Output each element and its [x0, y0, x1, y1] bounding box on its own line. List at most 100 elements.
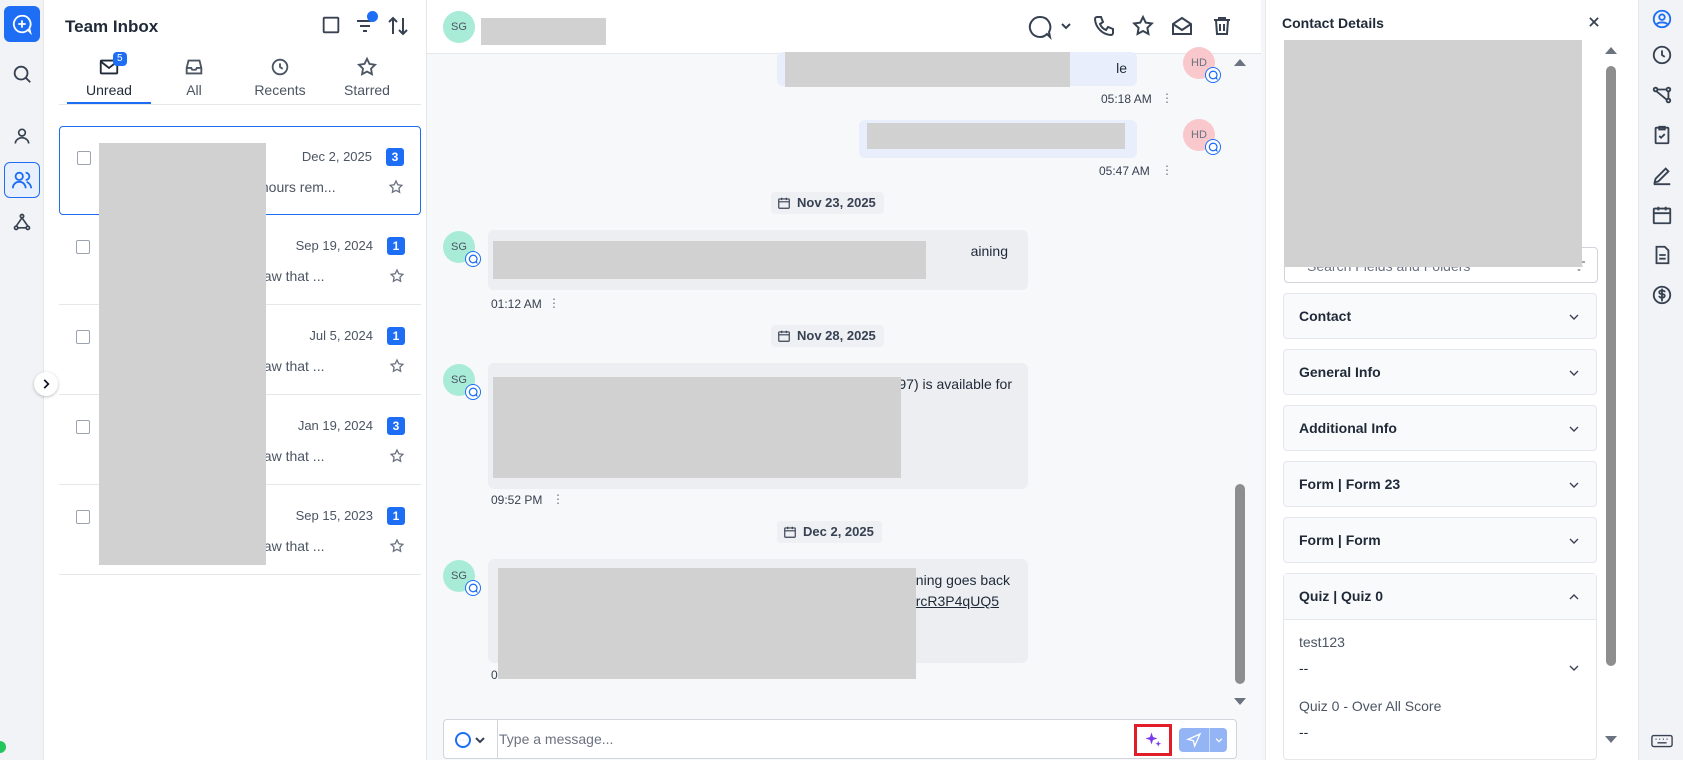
message-time: 01:12 AM: [491, 297, 542, 311]
filter-icon[interactable]: [354, 11, 378, 38]
more-options-icon[interactable]: ⋮: [1161, 163, 1173, 177]
chat-icon: [465, 251, 481, 267]
message-input[interactable]: [499, 720, 1119, 758]
message-text: le: [1116, 60, 1127, 76]
date-separator: Nov 28, 2025: [771, 325, 884, 347]
avatar: SG: [443, 231, 481, 267]
chevron-down-icon: [1566, 533, 1582, 549]
chevron-down-icon: [1566, 365, 1582, 381]
chat-plus-icon[interactable]: [4, 6, 40, 42]
search-icon[interactable]: [4, 56, 40, 92]
star-icon[interactable]: [389, 268, 405, 284]
star-icon[interactable]: [389, 358, 405, 374]
chat-scrollbar[interactable]: [1233, 56, 1247, 712]
redacted-message: [867, 123, 1125, 149]
conversation-checkbox[interactable]: [77, 151, 91, 165]
close-icon[interactable]: [1587, 15, 1601, 29]
section-form-23[interactable]: Form | Form 23: [1283, 461, 1597, 507]
task-icon[interactable]: [1651, 124, 1673, 146]
chevron-down-icon[interactable]: [1210, 735, 1227, 745]
conversation-checkbox[interactable]: [76, 240, 90, 254]
tab-starred[interactable]: Starred: [325, 52, 409, 104]
field-value[interactable]: --: [1299, 724, 1308, 740]
star-icon[interactable]: [388, 179, 404, 195]
conversation-checkbox[interactable]: [76, 420, 90, 434]
tab-all[interactable]: All: [152, 52, 236, 104]
conversation-date: Sep 19, 2024: [295, 238, 373, 253]
redacted-contact-name: [481, 18, 606, 45]
chat-header: SG: [427, 0, 1261, 54]
conversation-preview: I saw that ...: [249, 268, 325, 284]
avatar: HD: [1183, 119, 1221, 155]
chevron-up-icon: [1566, 589, 1582, 605]
field-label: test123: [1299, 634, 1345, 650]
more-options-icon[interactable]: ⋮: [548, 296, 560, 310]
avatar[interactable]: SG: [443, 11, 475, 43]
chevron-right-icon[interactable]: [34, 372, 58, 396]
clock-icon: [269, 56, 291, 78]
tab-unread[interactable]: 5 Unread: [67, 52, 151, 104]
conversation-preview: I saw that ...: [249, 538, 325, 554]
phone-icon[interactable]: [1092, 14, 1118, 40]
avatar: SG: [443, 364, 481, 400]
team-icon[interactable]: [4, 162, 40, 198]
trash-icon[interactable]: [1210, 14, 1236, 40]
workflow-icon[interactable]: [4, 204, 40, 240]
more-options-icon[interactable]: ⋮: [552, 492, 564, 506]
redacted-message: [498, 568, 916, 679]
section-form[interactable]: Form | Form: [1283, 517, 1597, 563]
tab-recents[interactable]: Recents: [238, 52, 322, 104]
conversation-preview: y hours rem...: [250, 179, 336, 195]
more-options-icon[interactable]: ⋮: [1161, 91, 1173, 105]
date-separator: Dec 2, 2025: [777, 521, 882, 543]
field-value[interactable]: --: [1299, 660, 1308, 676]
select-all-checkbox-icon[interactable]: [320, 14, 344, 38]
channel-select-icon[interactable]: [454, 731, 488, 749]
user-icon[interactable]: [4, 118, 40, 154]
conversation-preview: I saw that ...: [249, 358, 325, 374]
conversation-panel: SG le HD 05:18 AM ⋮ . HD 05:47 AM ⋮: [427, 0, 1261, 760]
workflow-icon[interactable]: [1651, 84, 1673, 106]
panel-scrollbar[interactable]: [1604, 44, 1618, 750]
redacted-contact-names: [99, 143, 266, 565]
date-separator: Nov 23, 2025: [771, 192, 884, 214]
conversation-preview: I saw that ...: [249, 448, 325, 464]
conversation-date: Sep 15, 2023: [295, 508, 373, 523]
right-nav-rail: [1638, 0, 1683, 760]
conversation-checkbox[interactable]: [76, 510, 90, 524]
star-icon[interactable]: [389, 448, 405, 464]
message-text: aining: [970, 243, 1008, 259]
ai-sparkle-icon[interactable]: [1134, 724, 1172, 756]
channel-select-icon[interactable]: [1027, 14, 1071, 40]
chevron-down-icon: [1566, 309, 1582, 325]
mark-read-icon[interactable]: [1170, 14, 1196, 40]
history-icon[interactable]: [1651, 44, 1673, 66]
tab-label: Unread: [86, 82, 132, 98]
document-icon[interactable]: [1651, 244, 1673, 266]
dollar-icon[interactable]: [1651, 284, 1673, 306]
section-general-info[interactable]: General Info: [1283, 349, 1597, 395]
conversation-date: Dec 2, 2025: [301, 149, 372, 164]
sort-icon[interactable]: [386, 14, 410, 38]
calendar-icon[interactable]: [1651, 204, 1673, 226]
section-quiz-header[interactable]: Quiz | Quiz 0: [1284, 574, 1596, 620]
send-button[interactable]: [1179, 728, 1227, 752]
unread-count-badge: 3: [387, 417, 405, 435]
edit-icon[interactable]: [1651, 164, 1673, 186]
contact-profile-icon[interactable]: [1651, 8, 1673, 30]
section-contact[interactable]: Contact: [1283, 293, 1597, 339]
conversation-checkbox[interactable]: [76, 330, 90, 344]
message-time: 05:18 AM: [1101, 92, 1152, 106]
chevron-down-icon[interactable]: [1566, 660, 1582, 676]
message-composer: [443, 719, 1237, 759]
tab-label: Starred: [344, 82, 390, 98]
contact-details-panel: Contact Details Search Fields and Folder…: [1265, 0, 1638, 760]
unread-count-badge: 1: [387, 327, 405, 345]
star-icon[interactable]: [1131, 14, 1157, 40]
section-additional-info[interactable]: Additional Info: [1283, 405, 1597, 451]
field-label: Quiz 0 - Over All Score: [1299, 698, 1442, 714]
star-icon[interactable]: [389, 538, 405, 554]
keyboard-icon[interactable]: [1651, 734, 1673, 748]
tab-label: All: [186, 82, 202, 98]
chat-icon: [1205, 67, 1221, 83]
